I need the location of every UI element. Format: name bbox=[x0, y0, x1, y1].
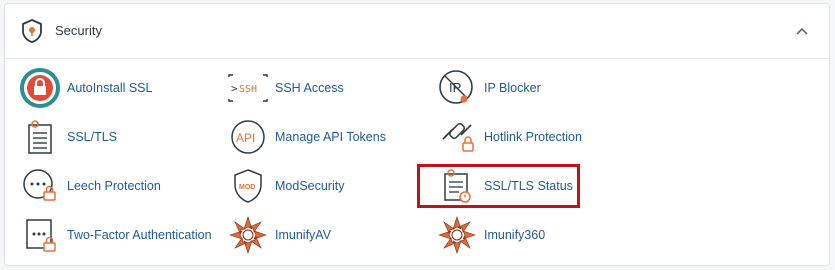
item-label: Leech Protection bbox=[67, 179, 161, 193]
svg-text:SSH: SSH bbox=[239, 84, 257, 95]
ssl-tls-status-link[interactable]: SSL/TLS Status bbox=[434, 164, 573, 208]
item-label: SSL/TLS Status bbox=[484, 179, 573, 193]
ssl-status-icon bbox=[444, 169, 471, 203]
modsecurity-shield-icon: MOD bbox=[234, 169, 262, 203]
imunifyav-link[interactable]: ImunifyAV bbox=[225, 213, 331, 257]
chevron-up-icon[interactable] bbox=[795, 25, 809, 37]
section-header[interactable]: Security bbox=[5, 4, 829, 59]
item-label: ImunifyAV bbox=[275, 228, 332, 242]
item-label: SSL/TLS bbox=[67, 130, 118, 144]
leech-protection-link[interactable]: Leech Protection bbox=[17, 164, 161, 208]
certificate-icon bbox=[28, 120, 52, 154]
hotlink-lock-icon bbox=[442, 123, 474, 152]
item-label: Manage API Tokens bbox=[275, 130, 386, 144]
imunify360-link[interactable]: Imunify360 bbox=[434, 213, 545, 257]
imunify360-icon bbox=[438, 216, 476, 254]
svg-text:>: > bbox=[231, 82, 238, 95]
svg-text:MOD: MOD bbox=[239, 184, 255, 191]
item-label: Hotlink Protection bbox=[484, 130, 582, 144]
ssl-tls-link[interactable]: SSL/TLS bbox=[17, 115, 117, 159]
autoinstall-ssl-link[interactable]: AutoInstall SSL bbox=[17, 66, 152, 110]
section-title: Security bbox=[55, 23, 102, 38]
autoinstall-ssl-icon bbox=[20, 68, 60, 108]
item-label: IP Blocker bbox=[484, 81, 541, 95]
ssh-terminal-icon: > SSH bbox=[228, 74, 268, 102]
two-factor-authentication-link[interactable]: Two-Factor Authentication bbox=[17, 213, 212, 257]
item-label: Imunify360 bbox=[484, 228, 546, 242]
modsecurity-link[interactable]: MOD ModSecurity bbox=[225, 164, 344, 208]
manage-api-tokens-link[interactable]: API Manage API Tokens bbox=[225, 115, 386, 159]
item-label: AutoInstall SSL bbox=[67, 81, 153, 95]
api-icon: API bbox=[231, 120, 265, 154]
imunifyav-icon bbox=[229, 216, 267, 254]
two-factor-lock-icon bbox=[26, 219, 56, 252]
ip-blocker-icon: IP bbox=[439, 70, 473, 104]
ip-blocker-link[interactable]: IP IP Blocker bbox=[434, 66, 541, 110]
hotlink-protection-link[interactable]: Hotlink Protection bbox=[434, 115, 582, 159]
leech-lock-icon bbox=[23, 169, 56, 201]
shield-icon bbox=[22, 19, 42, 43]
item-label: ModSecurity bbox=[275, 179, 345, 193]
item-label: SSH Access bbox=[275, 81, 344, 95]
svg-text:IP: IP bbox=[449, 80, 461, 95]
item-label: Two-Factor Authentication bbox=[67, 228, 212, 242]
ssh-access-link[interactable]: > SSH SSH Access bbox=[225, 66, 344, 110]
security-panel: Security AutoInstall SSL > SSH SSH Acces… bbox=[4, 3, 830, 266]
svg-text:API: API bbox=[236, 131, 255, 145]
